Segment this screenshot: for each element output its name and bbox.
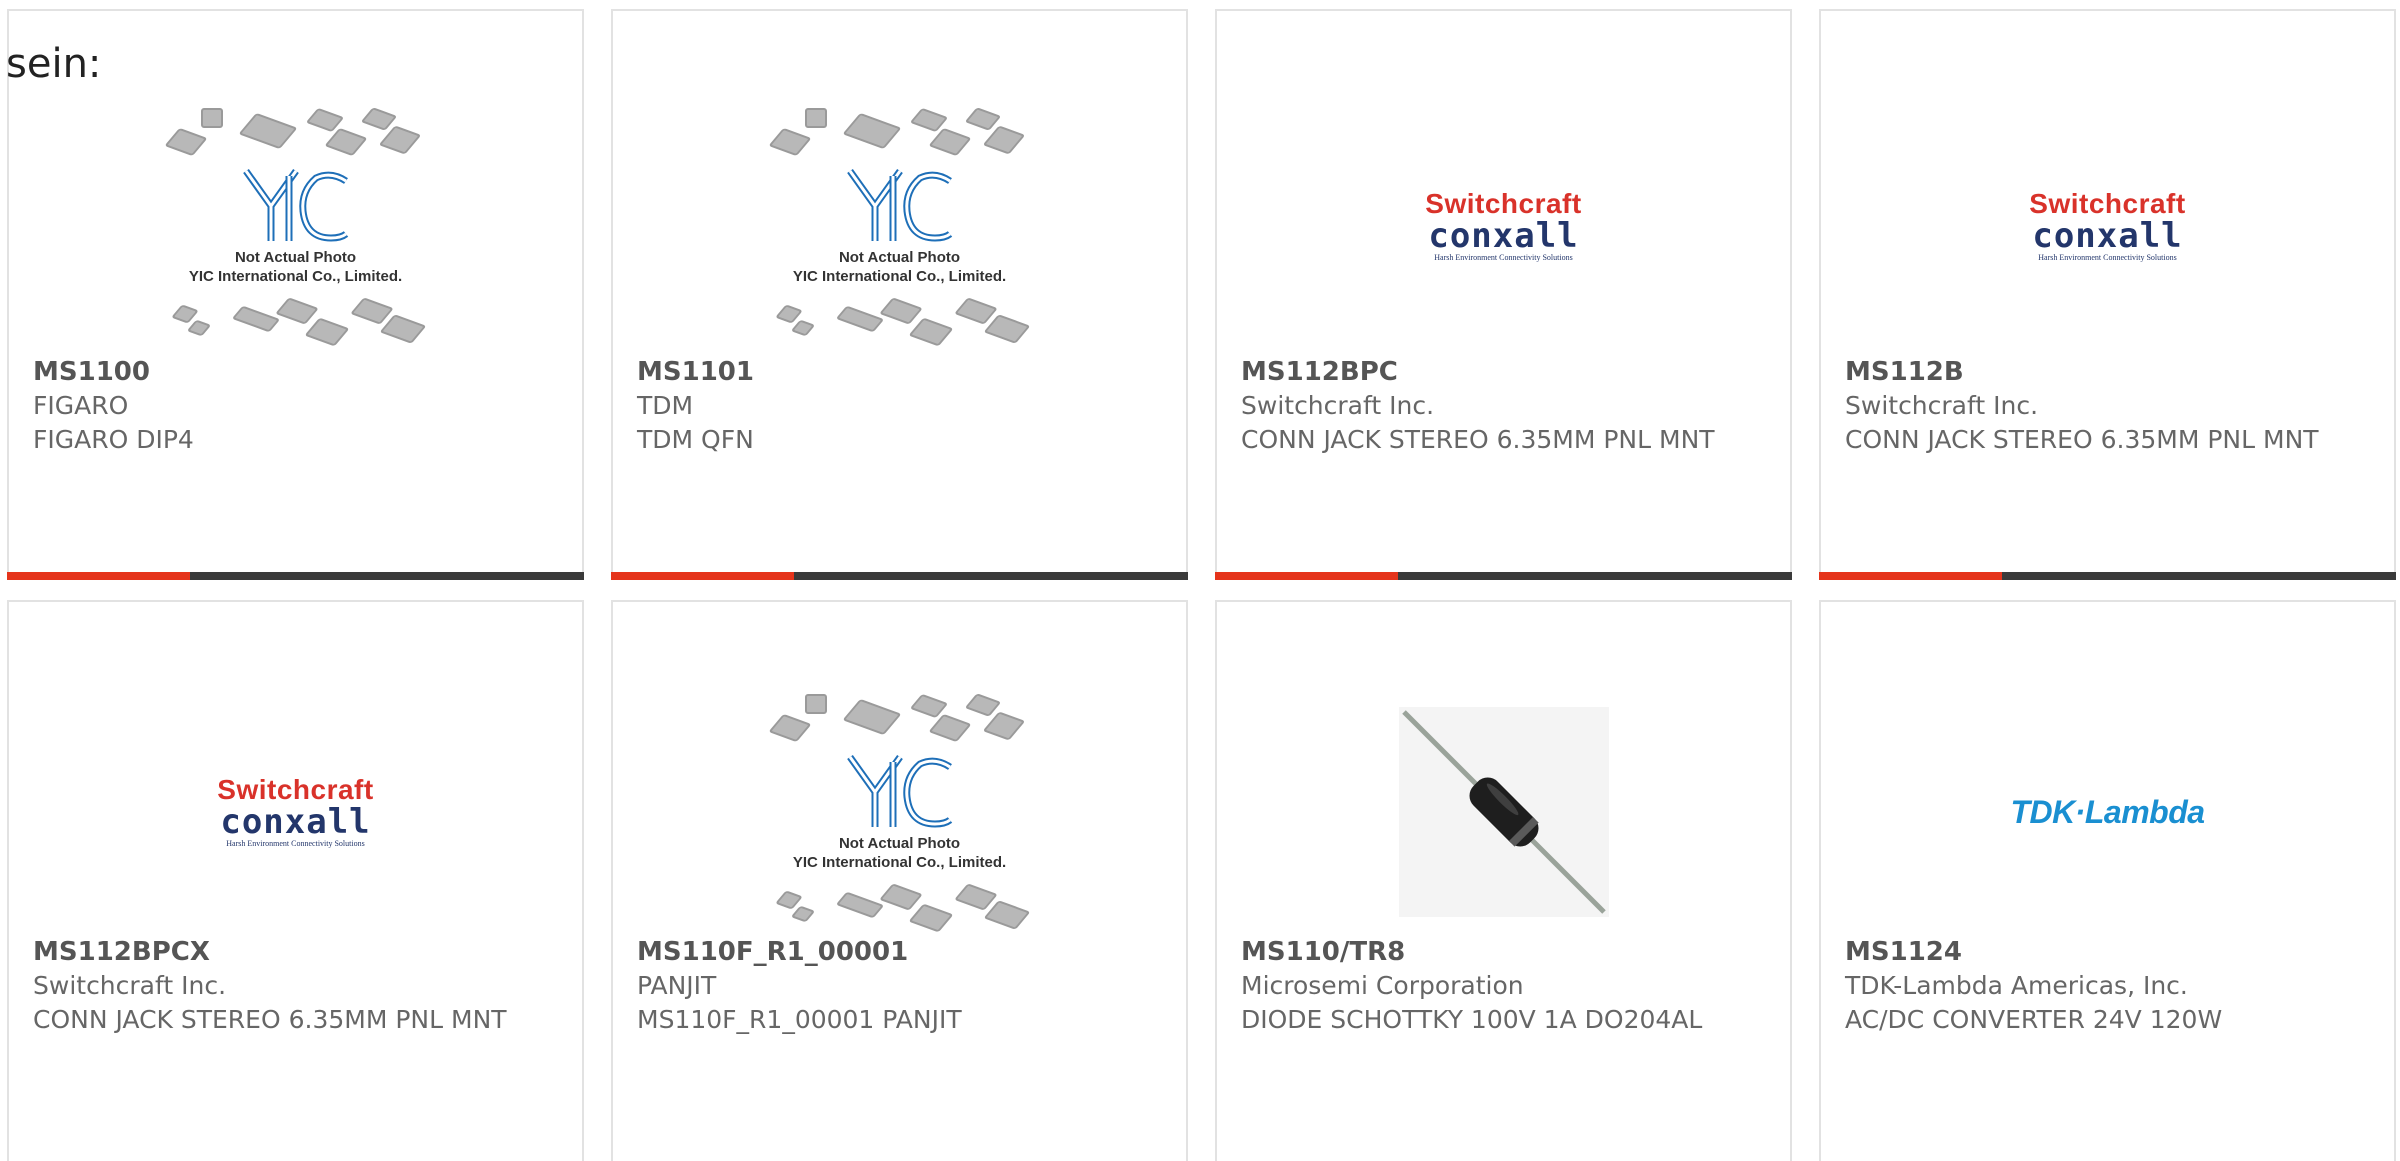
card-accent-bar — [7, 572, 584, 580]
product-image[interactable]: Not Actual Photo YIC International Co., … — [613, 672, 1186, 952]
manufacturer: PANJIT — [637, 971, 717, 1000]
card-accent-bar — [1215, 572, 1792, 580]
part-number[interactable]: MS112BPC — [1241, 355, 1770, 389]
part-number[interactable]: MS112B — [1845, 355, 2374, 389]
page-label: sein: — [6, 41, 102, 87]
description: TDM QFN — [637, 425, 754, 454]
manufacturer: Microsemi Corporation — [1241, 971, 1524, 1000]
manufacturer: Switchcraft Inc. — [1845, 391, 2039, 420]
description: DIODE SCHOTTKY 100V 1A DO204AL — [1241, 1005, 1703, 1034]
yic-placeholder-image: Not Actual Photo YIC International Co., … — [765, 106, 1035, 347]
manufacturer: FIGARO — [33, 391, 129, 420]
yic-placeholder-image: Not Actual Photo YIC International Co., … — [161, 106, 431, 347]
tdk-lambda-logo: TDK·Lambda — [2010, 793, 2205, 830]
product-card[interactable]: MS110/TR8 Microsemi Corporation DIODE SC… — [1215, 600, 1792, 1161]
manufacturer: Switchcraft Inc. — [33, 971, 227, 1000]
placeholder-caption: Not Actual Photo YIC International Co., … — [188, 249, 403, 285]
description: FIGARO DIP4 — [33, 425, 194, 454]
product-image[interactable]: Switchcraft conxall Harsh Environment Co… — [1217, 91, 1790, 361]
placeholder-caption: Not Actual Photo YIC International Co., … — [792, 249, 1007, 285]
manufacturer: Switchcraft Inc. — [1241, 391, 1435, 420]
description: MS110F_R1_00001 PANJIT — [637, 1005, 962, 1034]
product-card[interactable]: Switchcraft conxall Harsh Environment Co… — [1215, 9, 1792, 580]
product-card[interactable]: Not Actual Photo YIC International Co., … — [611, 9, 1188, 580]
part-number[interactable]: MS110/TR8 — [1241, 935, 1770, 969]
product-card[interactable]: Not Actual Photo YIC International Co., … — [611, 600, 1188, 1161]
product-image[interactable]: TDK·Lambda — [1821, 672, 2394, 952]
manufacturer: TDM — [637, 391, 694, 420]
product-card[interactable]: TDK·Lambda MS1124 TDK-Lambda Americas, I… — [1819, 600, 2396, 1161]
product-card[interactable]: Switchcraft conxall Harsh Environment Co… — [1819, 9, 2396, 580]
description: CONN JACK STEREO 6.35MM PNL MNT — [1241, 425, 1715, 454]
product-card[interactable]: Switchcraft conxall Harsh Environment Co… — [7, 600, 584, 1161]
part-number[interactable]: MS1101 — [637, 355, 1166, 389]
switchcraft-logo: Switchcraft conxall Harsh Environment Co… — [217, 774, 374, 849]
product-card[interactable]: Not Actual Photo YIC International Co., … — [7, 9, 584, 580]
card-accent-bar — [611, 572, 1188, 580]
manufacturer: TDK-Lambda Americas, Inc. — [1845, 971, 2188, 1000]
description: CONN JACK STEREO 6.35MM PNL MNT — [1845, 425, 2319, 454]
part-number[interactable]: MS112BPCX — [33, 935, 562, 969]
yic-logo-icon — [242, 168, 348, 242]
yic-logo-icon — [846, 168, 952, 242]
switchcraft-logo: Switchcraft conxall Harsh Environment Co… — [1425, 188, 1582, 263]
part-number[interactable]: MS1124 — [1845, 935, 2374, 969]
yic-logo-icon — [846, 754, 952, 828]
yic-placeholder-image: Not Actual Photo YIC International Co., … — [765, 692, 1035, 933]
placeholder-caption: Not Actual Photo YIC International Co., … — [792, 835, 1007, 871]
part-number[interactable]: MS110F_R1_00001 — [637, 935, 1166, 969]
product-image[interactable]: Not Actual Photo YIC International Co., … — [9, 91, 582, 361]
part-number[interactable]: MS1100 — [33, 355, 562, 389]
card-accent-bar — [1819, 572, 2396, 580]
description: AC/DC CONVERTER 24V 120W — [1845, 1005, 2223, 1034]
product-image[interactable] — [1217, 672, 1790, 952]
product-image[interactable]: Not Actual Photo YIC International Co., … — [613, 91, 1186, 361]
description: CONN JACK STEREO 6.35MM PNL MNT — [33, 1005, 507, 1034]
switchcraft-logo: Switchcraft conxall Harsh Environment Co… — [2029, 188, 2186, 263]
diode-photo — [1398, 707, 1609, 917]
product-image[interactable]: Switchcraft conxall Harsh Environment Co… — [9, 672, 582, 952]
product-image[interactable]: Switchcraft conxall Harsh Environment Co… — [1821, 91, 2394, 361]
